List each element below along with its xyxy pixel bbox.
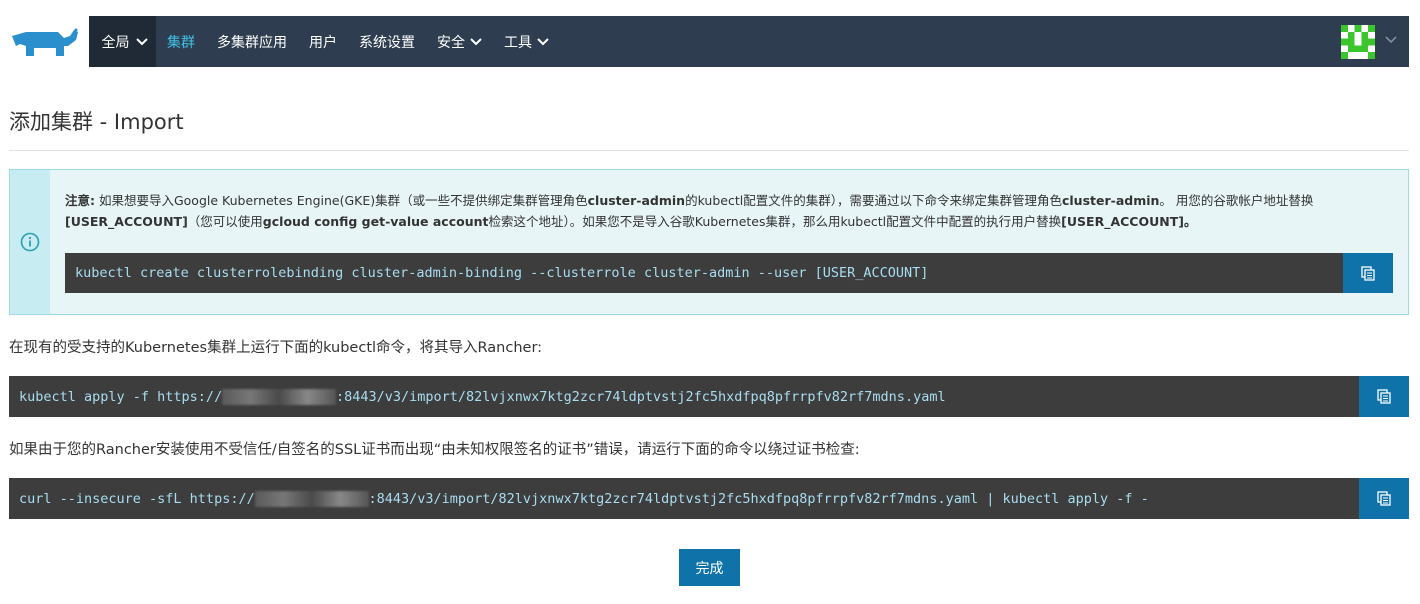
notice-bold: [USER_ACCOUNT]。 (1061, 214, 1197, 229)
command-prefix: kubectl apply -f https:// (19, 388, 223, 405)
notice-banner: 注意: 如果想要导入Google Kubernetes Engine(GKE)集… (9, 169, 1409, 315)
notice-text: 注意: 如果想要导入Google Kubernetes Engine(GKE)集… (65, 190, 1345, 232)
nav-item-label: 集群 (167, 34, 195, 51)
nav-item-label: 多集群应用 (217, 34, 287, 51)
divider (9, 150, 1409, 151)
command-suffix: :8443/v3/import/82lvjxnwx7ktg2zcr74ldptv… (336, 388, 946, 405)
redacted-host (254, 490, 369, 507)
nav-item-settings[interactable]: 系统设置 (359, 32, 415, 52)
notice-bold: gcloud config get-value account (262, 214, 489, 229)
notice-text-part: 。 用您的谷歌帐户地址替换 (1159, 193, 1314, 208)
nav-item-label: 工具 (504, 34, 532, 51)
command-prefix: curl --insecure -sfL https:// (19, 490, 255, 507)
notice-label: 注意: (65, 193, 95, 208)
nav-global-label: 全局 (101, 34, 130, 51)
insecure-instruction: 如果由于您的Rancher安装使用不受信任/自签名的SSL证书而出现“由未知权限… (9, 442, 860, 458)
info-icon (20, 232, 40, 252)
notice-text-part: 如果想要导入Google Kubernetes Engine(GKE)集群（或一… (95, 193, 588, 208)
notice-bold: [USER_ACCOUNT] (65, 214, 188, 229)
chevron-down-icon (537, 37, 549, 45)
nav-item-label: 安全 (437, 34, 465, 51)
copy-button[interactable] (1359, 376, 1409, 417)
top-nav: 全局 集群 多集群应用 用户 系统设置 安全 工具 (89, 16, 1409, 67)
page-title: 添加集群 - Import (9, 110, 184, 134)
notice-text-part: 的kubectl配置文件的集群），需要通过以下命令来绑定集群管理角色 (685, 193, 1062, 208)
nav-item-tools[interactable]: 工具 (504, 32, 549, 52)
notice-bold: cluster-admin (1061, 193, 1160, 208)
command-suffix: :8443/v3/import/82lvjxnwx7ktg2zcr74ldptv… (368, 490, 1149, 507)
nav-item-multi-cluster-apps[interactable]: 多集群应用 (217, 32, 287, 52)
notice-bold: cluster-admin (587, 193, 686, 208)
rancher-logo[interactable] (8, 26, 80, 60)
nav-item-clusters[interactable]: 集群 (167, 32, 195, 52)
copy-icon (1361, 265, 1375, 281)
notice-text-part: 检索这个地址）。如果您不是导入谷歌Kubernetes集群，那么用kubectl… (488, 214, 1062, 229)
insecure-import-command[interactable]: curl --insecure -sfL https:// :8443/v3/i… (9, 478, 1359, 519)
user-avatar[interactable] (1341, 25, 1375, 59)
nav-item-security[interactable]: 安全 (437, 32, 482, 52)
copy-button[interactable] (1359, 478, 1409, 519)
nav-item-label: 系统设置 (359, 34, 415, 51)
nav-global-dropdown[interactable]: 全局 (89, 16, 156, 67)
copy-button[interactable] (1343, 253, 1393, 293)
redacted-host (222, 388, 336, 405)
done-button[interactable]: 完成 (679, 549, 740, 586)
copy-icon (1377, 389, 1391, 404)
clusterrolebinding-command[interactable]: kubectl create clusterrolebinding cluste… (65, 253, 1343, 293)
import-command[interactable]: kubectl apply -f https:// :8443/v3/impor… (9, 376, 1359, 417)
notice-text-part: （您可以使用 (187, 214, 263, 229)
chevron-down-icon (135, 37, 148, 45)
chevron-down-icon[interactable] (1385, 36, 1397, 44)
copy-icon (1377, 491, 1391, 506)
nav-item-users[interactable]: 用户 (309, 32, 337, 52)
import-instruction: 在现有的受支持的Kubernetes集群上运行下面的kubectl命令，将其导入… (9, 340, 543, 356)
chevron-down-icon (470, 37, 482, 45)
nav-item-label: 用户 (309, 34, 337, 51)
